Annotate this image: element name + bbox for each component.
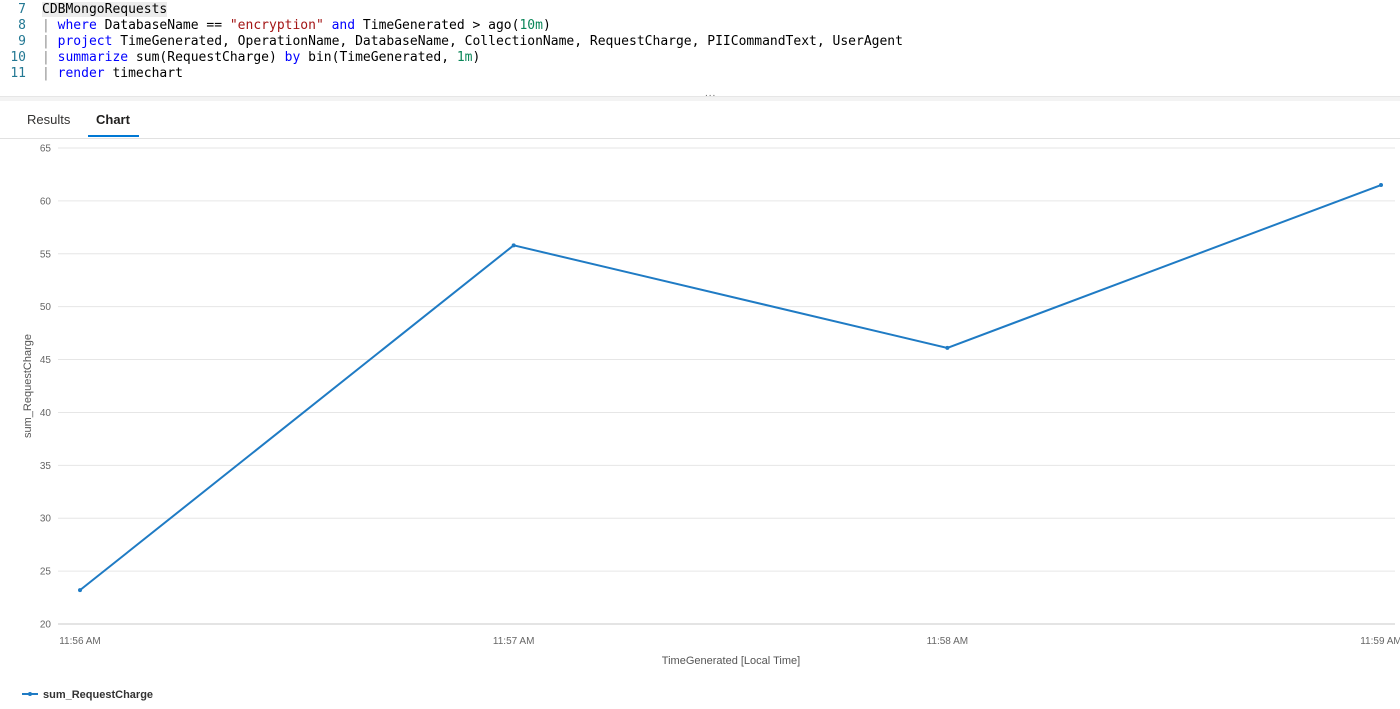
series-line[interactable] bbox=[79, 184, 1382, 591]
code-token: | bbox=[42, 18, 58, 33]
line-number: 11 bbox=[10, 66, 26, 81]
code-text[interactable]: | summarize sum(RequestCharge) by bin(Ti… bbox=[42, 50, 480, 66]
data-point[interactable] bbox=[945, 345, 950, 350]
y-tick-label: 20 bbox=[40, 620, 52, 631]
query-editor[interactable]: 7 CDBMongoRequests 8 | where DatabaseName =… bbox=[0, 0, 1400, 96]
code-token: where bbox=[57, 18, 97, 33]
code-token: ) bbox=[472, 50, 481, 65]
y-tick-label: 40 bbox=[40, 408, 52, 419]
legend-label[interactable]: sum_RequestCharge bbox=[43, 689, 153, 701]
x-tick-label: 11:57 AM bbox=[493, 636, 535, 647]
y-tick-label: 45 bbox=[40, 355, 52, 366]
y-axis-title: sum_RequestCharge bbox=[22, 334, 34, 438]
code-token: 10m bbox=[519, 18, 543, 33]
active-tab-indicator bbox=[88, 135, 139, 137]
code-token: CDBMongoRequests bbox=[42, 2, 168, 17]
y-tick-label: 60 bbox=[40, 196, 52, 207]
chart-legend[interactable]: sum_RequestCharge bbox=[22, 689, 153, 701]
line-number: 9 bbox=[18, 34, 26, 49]
x-tick-label: 11:58 AM bbox=[927, 636, 969, 647]
code-token: | bbox=[42, 66, 58, 81]
legend-marker bbox=[28, 692, 32, 696]
x-tick-label: 11:56 AM bbox=[59, 636, 101, 647]
code-token: and bbox=[331, 18, 356, 33]
code-token: DatabaseName == bbox=[96, 18, 230, 33]
code-text[interactable]: CDBMongoRequests bbox=[42, 2, 168, 18]
code-token: render bbox=[57, 66, 105, 81]
code-token: TimeGenerated, OperationName, DatabaseNa… bbox=[112, 34, 903, 49]
y-tick-label: 35 bbox=[40, 461, 52, 472]
data-point[interactable] bbox=[511, 243, 516, 248]
y-tick-label: 55 bbox=[40, 249, 52, 260]
tab-chart[interactable]: Chart bbox=[96, 112, 130, 127]
code-token: summarize bbox=[57, 50, 129, 65]
code-line[interactable]: 8 | where DatabaseName == "encryption" an… bbox=[0, 18, 1400, 34]
code-line[interactable]: 10 | summarize sum(RequestCharge) by bin(… bbox=[0, 50, 1400, 66]
code-token: "encryption" bbox=[229, 18, 324, 33]
code-token: timechart bbox=[104, 66, 183, 81]
data-point[interactable] bbox=[1379, 183, 1383, 188]
code-token: 1m bbox=[456, 50, 473, 65]
y-tick-label: 50 bbox=[40, 302, 52, 313]
code-token: sum(RequestCharge) bbox=[128, 50, 285, 65]
chart-gridlines bbox=[58, 147, 1395, 625]
result-tabs: Results Chart bbox=[0, 104, 1400, 139]
code-token: bin(TimeGenerated, bbox=[300, 50, 457, 65]
chart-series bbox=[78, 183, 1383, 593]
code-text[interactable]: | render timechart bbox=[42, 66, 183, 82]
line-number: 10 bbox=[10, 50, 26, 65]
y-tick-label: 65 bbox=[40, 144, 52, 155]
y-tick-label: 30 bbox=[40, 514, 52, 525]
code-token: project bbox=[57, 34, 113, 49]
code-token: | bbox=[42, 34, 58, 49]
code-text[interactable]: | project TimeGenerated, OperationName, … bbox=[42, 34, 903, 50]
code-text[interactable]: | where DatabaseName == "encryption" and… bbox=[42, 18, 551, 34]
code-line[interactable]: 11 | render timechart bbox=[0, 66, 1400, 82]
y-tick-label: 25 bbox=[40, 567, 52, 578]
code-token: | bbox=[42, 50, 58, 65]
data-point[interactable] bbox=[78, 588, 82, 593]
pane-splitter[interactable] bbox=[0, 96, 1400, 101]
y-axis-ticks: 20 25 30 35 40 45 50 55 60 65 bbox=[40, 144, 52, 631]
code-token: by bbox=[284, 50, 301, 65]
x-axis-ticks: 11:56 AM 11:57 AM 11:58 AM 11:59 AM bbox=[59, 636, 1400, 647]
tab-results[interactable]: Results bbox=[27, 112, 70, 127]
line-number: 8 bbox=[18, 18, 26, 33]
splitter-handle-icon[interactable]: ... bbox=[705, 88, 716, 99]
x-axis-title: TimeGenerated [Local Time] bbox=[662, 655, 800, 667]
x-tick-label: 11:59 AM bbox=[1360, 636, 1400, 647]
code-token: ) bbox=[542, 18, 551, 33]
code-line[interactable]: 7 CDBMongoRequests bbox=[0, 2, 1400, 18]
code-token: TimeGenerated > ago( bbox=[355, 18, 520, 33]
code-line[interactable]: 9 | project TimeGenerated, OperationName,… bbox=[0, 34, 1400, 50]
line-number: 7 bbox=[18, 2, 26, 17]
timechart: 20253035404550556065 11:56 AM 11:57 AM 11:… bbox=[22, 144, 1400, 701]
